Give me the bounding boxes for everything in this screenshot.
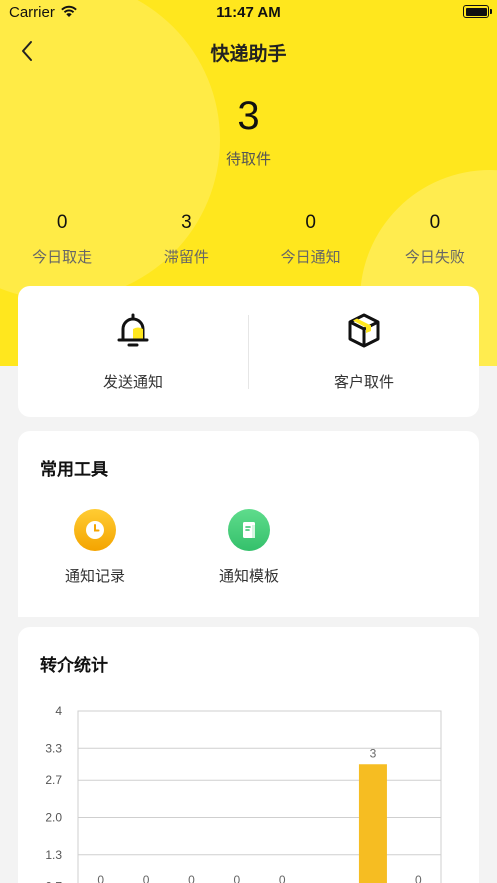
data-label: 0 — [415, 873, 422, 883]
notification-templates-label: 通知模板 — [218, 568, 279, 585]
stats-row: 0 今日取走 3 滞留件 0 今日通知 0 今日失败 — [0, 212, 497, 267]
stat-notified-today: 0 今日通知 — [249, 212, 373, 267]
common-tools-card: 常用工具 通知记录 通知模板 — [18, 431, 479, 617]
pending-label: 待取件 — [225, 151, 271, 168]
stat-label: 滞留件 — [163, 249, 209, 266]
status-bar: Carrier 11:47 AM — [0, 0, 497, 26]
stat-value: 0 — [429, 212, 441, 233]
notification-records-button[interactable]: 通知记录 — [18, 509, 172, 586]
package-icon — [348, 313, 380, 348]
stat-picked-today: 0 今日取走 — [0, 212, 124, 267]
y-tick-label: 4 — [55, 704, 62, 718]
y-tick-label: 2.0 — [45, 811, 62, 825]
data-label: 0 — [188, 873, 195, 883]
notification-templates-button[interactable]: 通知模板 — [172, 509, 326, 586]
stat-label: 今日失败 — [404, 249, 465, 266]
y-tick-label: 3.3 — [45, 741, 62, 755]
customer-pickup-label: 客户取件 — [333, 374, 394, 391]
stat-label: 今日通知 — [280, 249, 341, 266]
notification-records-label: 通知记录 — [64, 568, 125, 585]
tools-grid: 通知记录 通知模板 — [18, 509, 326, 586]
bell-icon — [117, 313, 149, 347]
stat-value: 0 — [56, 212, 68, 233]
y-tick-label: 1.3 — [45, 848, 62, 862]
page-title: 快递助手 — [210, 44, 287, 65]
stat-value: 3 — [181, 212, 192, 233]
battery-icon — [463, 5, 492, 18]
bar — [358, 764, 387, 883]
pending-count: 3 — [237, 94, 260, 138]
send-notification-label: 发送通知 — [102, 374, 163, 391]
stat-stranded: 3 滞留件 — [124, 212, 248, 267]
quick-actions-card: 发送通知 客户取件 — [18, 286, 479, 417]
referral-chart: 43.32.72.01.30.70000030 — [18, 627, 479, 883]
pending-summary: 3 待取件 — [0, 94, 497, 169]
stat-value: 0 — [305, 212, 316, 233]
customer-pickup-button[interactable]: 客户取件 — [249, 311, 479, 392]
clock-icon — [74, 509, 116, 551]
stat-label: 今日取走 — [32, 249, 93, 266]
section-title: 常用工具 — [40, 460, 108, 479]
data-label: 0 — [233, 873, 240, 883]
send-notification-button[interactable]: 发送通知 — [18, 311, 248, 392]
data-label: 0 — [279, 873, 286, 883]
data-label: 3 — [370, 746, 377, 760]
referral-stats-card: 转介统计 43.32.72.01.30.70000030 — [18, 627, 479, 883]
y-tick-label: 2.7 — [45, 773, 62, 787]
bar-chart: 43.32.72.01.30.70000030 — [45, 704, 442, 883]
template-icon — [228, 509, 270, 551]
data-label: 0 — [143, 873, 150, 883]
nav-bar: 快递助手 — [0, 30, 497, 72]
clock: 11:47 AM — [216, 4, 281, 21]
data-label: 0 — [97, 873, 104, 883]
stat-failed-today: 0 今日失败 — [373, 212, 497, 267]
